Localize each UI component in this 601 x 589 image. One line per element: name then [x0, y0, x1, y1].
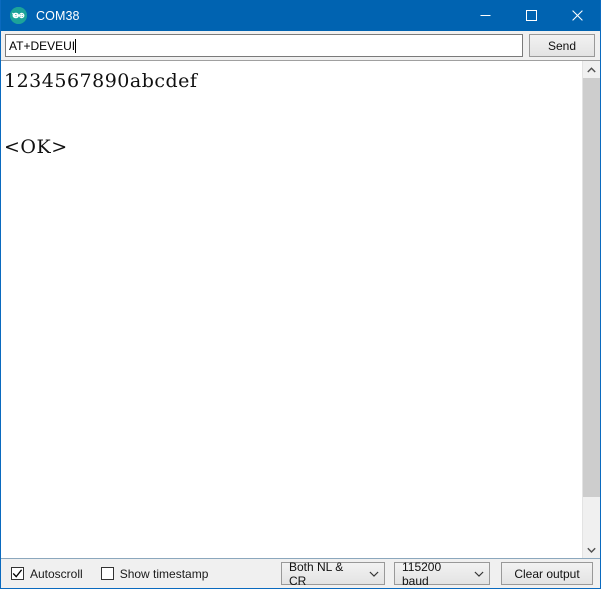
text-caret — [75, 38, 77, 53]
close-icon — [571, 10, 583, 21]
title-bar-left: COM38 — [1, 7, 462, 24]
baud-rate-value: 115200 baud — [402, 559, 442, 588]
chevron-up-icon — [587, 66, 596, 72]
autoscroll-label: Autoscroll — [30, 566, 83, 581]
maximize-icon — [525, 10, 537, 21]
checkmark-icon — [12, 569, 23, 578]
scrollbar-up-button[interactable] — [583, 61, 600, 78]
autoscroll-checkbox-box[interactable] — [11, 567, 24, 580]
autoscroll-checkbox[interactable]: Autoscroll — [11, 567, 83, 581]
minimize-button[interactable] — [462, 0, 508, 31]
window-title: COM38 — [36, 8, 80, 23]
output-text-area[interactable]: 1234567890abcdef <OK> — [1, 61, 582, 558]
baud-rate-dropdown[interactable]: 115200 baud — [394, 559, 490, 588]
output-body: 1234567890abcdef <OK> — [1, 60, 600, 558]
line-ending-dropdown[interactable]: Both NL & CR — [281, 559, 385, 588]
command-row: AT+DEVEUI Send — [1, 31, 600, 60]
command-input[interactable]: AT+DEVEUI — [5, 34, 523, 57]
line-ending-value: Both NL & CR — [289, 559, 344, 588]
scrollbar-down-button[interactable] — [583, 541, 600, 558]
output-line: 1234567890abcdef — [4, 70, 198, 92]
output-line: <OK> — [4, 136, 68, 158]
send-button[interactable]: Send — [529, 34, 595, 57]
serial-monitor-window: COM38 AT+DEVEUI Send 1234567890abcdef <O… — [0, 0, 601, 589]
command-input-value: AT+DEVEUI — [9, 38, 76, 53]
chevron-down-icon — [474, 571, 484, 577]
title-bar[interactable]: COM38 — [1, 0, 600, 31]
clear-output-button[interactable]: Clear output — [501, 562, 593, 585]
scrollbar-track[interactable] — [583, 78, 600, 541]
minimize-icon — [480, 15, 490, 16]
output-scrollbar[interactable] — [582, 61, 600, 558]
arduino-logo-icon — [10, 7, 27, 24]
show-timestamp-checkbox[interactable]: Show timestamp — [100, 566, 209, 581]
show-timestamp-label: Show timestamp — [119, 566, 209, 581]
status-bar: Autoscroll Show timestamp Both NL & CR 1… — [1, 558, 600, 588]
scrollbar-thumb[interactable] — [583, 78, 600, 497]
chevron-down-icon — [587, 547, 596, 553]
maximize-button[interactable] — [508, 0, 554, 31]
window-controls — [462, 0, 600, 31]
close-button[interactable] — [554, 0, 600, 31]
chevron-down-icon — [369, 571, 379, 577]
show-timestamp-checkbox-box[interactable] — [100, 567, 114, 580]
